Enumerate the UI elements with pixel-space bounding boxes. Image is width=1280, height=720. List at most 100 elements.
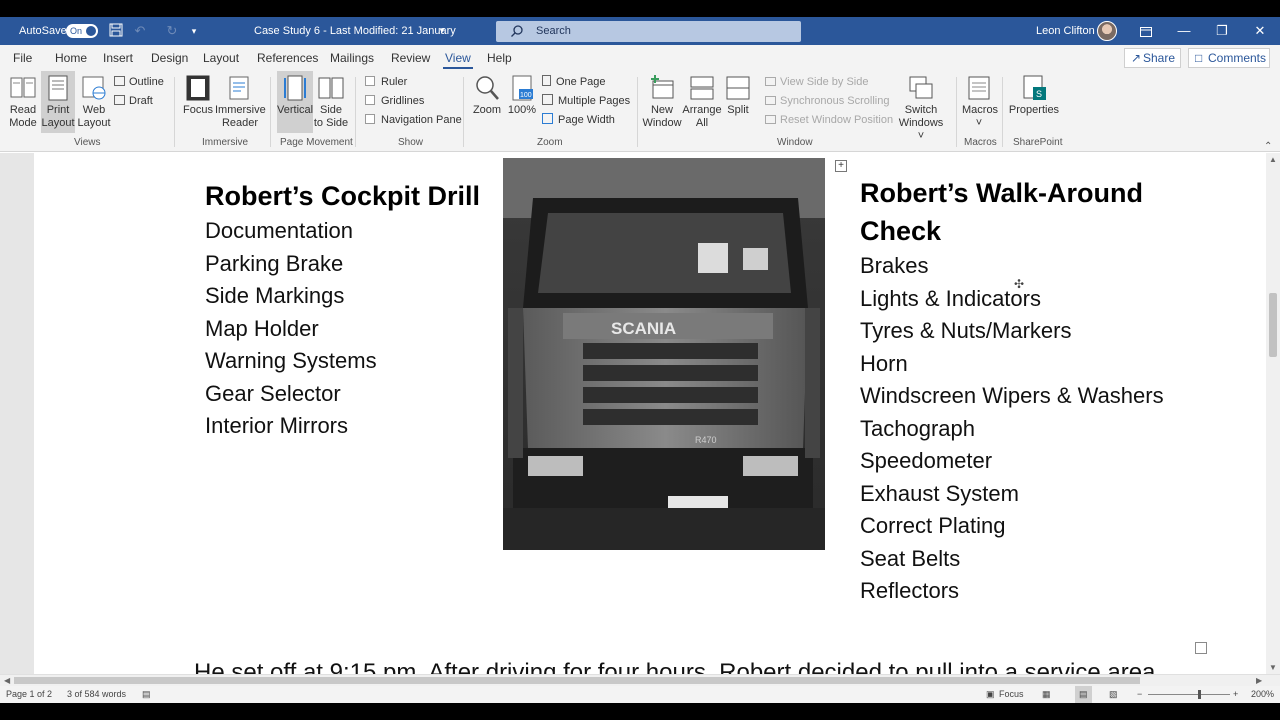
zoom-slider[interactable]	[1148, 690, 1230, 699]
tab-home[interactable]: Home	[55, 45, 87, 71]
properties-button[interactable]: S Properties	[1008, 75, 1060, 117]
group-divider	[355, 77, 356, 147]
web-layout-button[interactable]: Web Layout	[77, 75, 111, 130]
menu-tabs: File Home Insert Design Layout Reference…	[0, 45, 1280, 71]
share-button[interactable]: ↗ Share	[1124, 48, 1181, 68]
redo-icon[interactable]: ↻	[164, 23, 180, 39]
zoom-level[interactable]: 200%	[1251, 686, 1274, 703]
zoom-100-button[interactable]: 100 100%	[506, 75, 538, 117]
tab-references[interactable]: References	[257, 45, 318, 71]
tab-mailings[interactable]: Mailings	[330, 45, 374, 71]
comments-button[interactable]: □ Comments	[1188, 48, 1270, 68]
zoom-button[interactable]: Zoom	[471, 75, 503, 117]
tab-insert[interactable]: Insert	[103, 45, 133, 71]
search-box[interactable]: Search	[496, 21, 801, 42]
focus-mode-label[interactable]: Focus	[999, 686, 1024, 703]
restore-icon[interactable]: ❐	[1203, 17, 1241, 45]
document-page[interactable]: Robert’s Cockpit Drill Documentation Par…	[34, 153, 1266, 674]
tab-layout[interactable]: Layout	[203, 45, 239, 71]
customize-qat-icon[interactable]: ▾	[186, 23, 202, 39]
scroll-right-icon[interactable]: ▶	[1256, 675, 1262, 686]
navigation-pane-checkbox[interactable]: Navigation Pane	[365, 111, 462, 129]
ruler-checkbox[interactable]: Ruler	[365, 73, 407, 91]
properties-label: Properties	[1008, 104, 1060, 116]
proofing-icon[interactable]: ▤	[142, 686, 151, 703]
immersive-reader-button[interactable]: Immersive Reader	[215, 75, 266, 130]
zoom-slider-knob[interactable]	[1198, 690, 1201, 699]
horizontal-scrollbar-thumb[interactable]	[14, 677, 1140, 684]
save-icon[interactable]	[108, 23, 124, 39]
reset-window-position-button[interactable]: Reset Window Position	[765, 111, 893, 129]
close-icon[interactable]: ✕	[1241, 17, 1279, 45]
outline-icon	[114, 76, 125, 86]
walk-around-column: Robert’s Walk-Around Check Brakes Lights…	[860, 174, 1180, 608]
side-to-side-button[interactable]: Side to Side	[313, 75, 349, 130]
search-placeholder: Search	[536, 25, 571, 37]
ribbon-display-icon[interactable]	[1127, 17, 1165, 45]
synchronous-scrolling-button[interactable]: Synchronous Scrolling	[765, 92, 889, 110]
word-count[interactable]: 3 of 584 words	[67, 686, 126, 703]
move-cursor-icon: ✣	[1014, 277, 1025, 291]
list-item: Speedometer	[860, 448, 993, 473]
zoom-label: Zoom	[472, 104, 502, 116]
table-move-handle[interactable]: +	[835, 160, 847, 172]
draft-button[interactable]: Draft	[114, 92, 153, 110]
title-dropdown-icon[interactable]: ▼	[438, 17, 446, 45]
page-count[interactable]: Page 1 of 2	[6, 686, 52, 703]
word-window: AutoSave On ↶ ↻ ▾ Case Study 6 - Last Mo…	[0, 17, 1280, 703]
macros-button[interactable]: Macros ˅	[962, 75, 998, 130]
zoom-100-icon: 100	[512, 75, 533, 101]
scroll-down-icon[interactable]: ▼	[1268, 663, 1278, 672]
multiple-pages-button[interactable]: Multiple Pages	[542, 92, 630, 110]
scroll-up-icon[interactable]: ▲	[1268, 155, 1278, 164]
synchronous-scrolling-label: Synchronous Scrolling	[780, 95, 890, 107]
split-button[interactable]: Split	[722, 75, 754, 117]
collapse-ribbon-icon[interactable]: ⌃	[1264, 141, 1272, 152]
vertical-button[interactable]: Vertical	[277, 71, 313, 133]
document-title[interactable]: Case Study 6 - Last Modified: 21 January	[254, 17, 456, 45]
read-mode-view-icon[interactable]: ▦	[1042, 686, 1051, 703]
cockpit-drill-heading: Robert’s Cockpit Drill	[205, 181, 481, 211]
side-by-side-icon	[765, 77, 776, 86]
split-icon	[726, 76, 750, 100]
switch-windows-label: Switch	[904, 104, 938, 116]
zoom-in-icon[interactable]: +	[1233, 686, 1238, 703]
avatar[interactable]	[1097, 21, 1117, 41]
minimize-icon[interactable]: —	[1165, 17, 1203, 45]
view-side-by-side-button[interactable]: View Side by Side	[765, 73, 868, 91]
document-area[interactable]: Robert’s Cockpit Drill Documentation Par…	[0, 153, 1266, 674]
one-page-button[interactable]: One Page	[542, 73, 606, 91]
print-layout-view-icon[interactable]: ▤	[1075, 686, 1092, 703]
focus-button[interactable]: Focus	[182, 75, 214, 117]
tab-view[interactable]: View	[443, 45, 473, 71]
vertical-scrollbar[interactable]: ▲ ▼	[1266, 153, 1280, 674]
group-divider	[270, 77, 271, 147]
horizontal-scrollbar[interactable]: ◀ ▶	[0, 674, 1280, 686]
web-layout-label: Web	[82, 104, 106, 116]
table-resize-handle[interactable]	[1195, 642, 1207, 654]
zoom-out-icon[interactable]: −	[1137, 686, 1142, 703]
scroll-left-icon[interactable]: ◀	[4, 675, 10, 686]
scrollbar-thumb[interactable]	[1269, 293, 1277, 357]
new-window-button[interactable]: New Window	[642, 75, 682, 130]
truck-photo[interactable]: SCANIA R470	[503, 158, 825, 550]
page-width-button[interactable]: Page Width	[542, 111, 615, 129]
list-item: Seat Belts	[860, 545, 961, 571]
web-layout-view-icon[interactable]: ▧	[1109, 686, 1118, 703]
gridlines-checkbox[interactable]: Gridlines	[365, 92, 424, 110]
reset-window-position-label: Reset Window Position	[780, 114, 894, 126]
tab-design[interactable]: Design	[151, 45, 188, 71]
outline-button[interactable]: Outline	[114, 73, 164, 91]
print-layout-button[interactable]: Print Layout	[41, 71, 75, 133]
focus-mode-icon[interactable]: ▣	[986, 686, 995, 703]
tab-review[interactable]: Review	[391, 45, 430, 71]
user-name[interactable]: Leon Clifton	[1036, 17, 1095, 45]
switch-windows-button[interactable]: Switch Windows ˅	[894, 75, 948, 143]
undo-icon[interactable]: ↶	[132, 23, 148, 39]
tab-file[interactable]: File	[13, 45, 32, 71]
read-mode-button[interactable]: Read Mode	[6, 75, 40, 130]
autosave-toggle[interactable]: On	[66, 24, 98, 38]
one-page-label: One Page	[556, 76, 606, 88]
arrange-all-button[interactable]: Arrange All	[682, 75, 722, 130]
tab-help[interactable]: Help	[487, 45, 512, 71]
